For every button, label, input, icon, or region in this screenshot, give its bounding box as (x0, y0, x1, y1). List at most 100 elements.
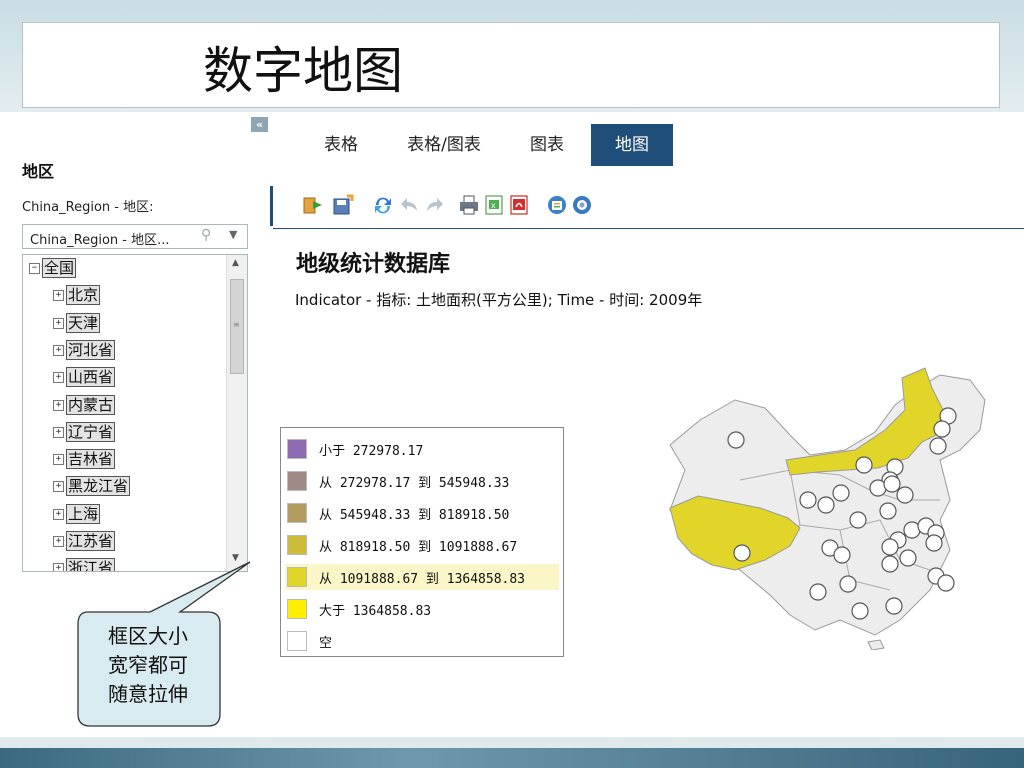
legend-label: 从 1091888.67 到 1364858.83 (319, 572, 526, 587)
redo-icon[interactable] (424, 194, 446, 216)
city-marker (851, 602, 869, 620)
city-marker (832, 484, 850, 502)
collapse-toggle-icon[interactable]: − (29, 263, 40, 274)
tree-item-label[interactable]: 辽宁省 (66, 421, 116, 442)
legend-item: 从 1091888.67 到 1364858.83 (285, 564, 559, 590)
settings-icon[interactable] (571, 194, 593, 216)
tree-item-label[interactable]: 北京 (66, 285, 101, 306)
tree-item-label[interactable]: 江苏省 (66, 531, 116, 551)
tree-item[interactable]: + 上海 (53, 503, 101, 527)
expand-toggle-icon[interactable]: + (53, 563, 64, 571)
legend-swatch (287, 567, 307, 587)
scroll-thumb[interactable]: ≡ (230, 279, 244, 374)
tree-item[interactable]: + 北京 (53, 284, 101, 308)
expand-toggle-icon[interactable]: + (53, 344, 64, 356)
tree-root-item[interactable]: − 全国 (29, 257, 77, 281)
city-marker (733, 544, 751, 562)
expand-toggle-icon[interactable]: + (53, 317, 64, 329)
callout-line: 宽窄都可 (108, 653, 188, 677)
callout-line: 框区大小 (108, 624, 188, 648)
expand-toggle-icon[interactable]: + (53, 290, 64, 302)
expand-toggle-icon[interactable]: + (53, 536, 64, 547)
tree-scrollbar[interactable]: ▲ ≡ ▼ (226, 255, 247, 571)
tree-item[interactable]: + 山西省 (53, 366, 116, 390)
report-title: 地级统计数据库 (296, 252, 451, 277)
tree-item-label[interactable]: 河北省 (66, 339, 116, 360)
city-marker (937, 574, 955, 592)
pdf-export-icon[interactable] (508, 194, 530, 216)
search-icon[interactable]: ⚲ (201, 227, 211, 243)
collapse-panel-button[interactable]: « (251, 117, 268, 132)
city-marker (799, 491, 817, 509)
undo-icon[interactable] (398, 194, 420, 216)
tree-item[interactable]: + 天津 (53, 312, 101, 336)
expand-toggle-icon[interactable]: + (53, 481, 64, 493)
city-marker (896, 486, 914, 504)
city-marker (885, 597, 903, 615)
expand-toggle-icon[interactable]: + (53, 426, 64, 438)
map-legend: 小于 272978.17 从 272978.17 到 545948.33 从 545… (280, 427, 564, 657)
tree-item[interactable]: + 江苏省 (53, 530, 116, 554)
city-marker (883, 475, 901, 493)
expand-toggle-icon[interactable]: + (53, 508, 64, 520)
dropdown-arrow-icon[interactable]: ▼ (229, 228, 237, 241)
legend-item: 从 818918.50 到 1091888.67 (285, 532, 559, 558)
city-marker (833, 546, 851, 564)
legend-swatch (287, 599, 307, 619)
tree-item-label[interactable]: 全国 (42, 258, 77, 278)
legend-item: 大于 1364858.83 (285, 596, 559, 622)
tree-item-label[interactable]: 山西省 (66, 367, 116, 388)
slide-bottom-band (0, 748, 1024, 768)
legend-swatch (287, 535, 307, 555)
legend-label: 大于 1364858.83 (319, 604, 432, 619)
tree-item-label[interactable]: 内蒙古 (66, 394, 116, 415)
legend-label: 空 (319, 636, 333, 651)
tree-item[interactable]: + 黑龙江省 (53, 475, 131, 499)
slide-title: 数字地图 (203, 42, 403, 100)
tree-item-label[interactable]: 天津 (66, 312, 101, 333)
tree-item-label[interactable]: 上海 (66, 503, 101, 524)
tree-item-label[interactable]: 黑龙江省 (66, 476, 131, 497)
callout-line: 随意拉伸 (108, 682, 188, 706)
city-marker (849, 511, 867, 529)
city-marker (839, 575, 857, 593)
tab-chart[interactable]: 图表 (520, 124, 574, 166)
city-marker (925, 534, 943, 552)
tree-item[interactable]: + 河北省 (53, 339, 116, 363)
city-marker (817, 496, 835, 514)
tree-item[interactable]: + 内蒙古 (53, 394, 116, 418)
expand-toggle-icon[interactable]: + (53, 454, 64, 466)
city-marker (855, 456, 873, 474)
open-folder-icon[interactable] (302, 194, 324, 216)
info-icon[interactable] (546, 194, 568, 216)
scroll-up-icon[interactable]: ▲ (232, 258, 239, 268)
city-marker (809, 583, 827, 601)
tab-table[interactable]: 表格 (314, 124, 368, 166)
city-marker (727, 431, 745, 449)
china-map (669, 367, 986, 650)
city-marker (933, 420, 951, 438)
slide-title-box: 数字地图 (22, 22, 1000, 108)
expand-toggle-icon[interactable]: + (53, 399, 64, 411)
map-island (867, 639, 885, 650)
tab-map[interactable]: 地图 (591, 124, 673, 166)
save-icon[interactable] (332, 194, 354, 216)
tree-item[interactable]: + 吉林省 (53, 448, 116, 472)
region-subtitle: China_Region - 地区: (22, 200, 154, 215)
region-select[interactable]: China_Region - 地区... ⚲ ▼ (22, 224, 248, 249)
region-tree: − 全国 + 北京 + 天津 + 河北省 + 山西省 + 内蒙古 + 辽宁省 + 吉林省 + 黑龙江省 + 上海 + 江苏… (22, 254, 248, 572)
print-icon[interactable] (458, 194, 480, 216)
tree-item-label[interactable]: 吉林省 (66, 449, 116, 470)
report-subtitle: Indicator - 指标: 土地面积(平方公里); Time - 时间: 2… (295, 291, 703, 309)
expand-toggle-icon[interactable]: + (53, 372, 64, 384)
city-marker (929, 437, 947, 455)
excel-export-icon[interactable]: x (483, 194, 505, 216)
region-select-value: China_Region - 地区... (30, 233, 170, 248)
tab-table-chart[interactable]: 表格/图表 (398, 124, 490, 166)
refresh-icon[interactable] (372, 194, 394, 216)
city-marker (899, 549, 917, 567)
legend-item: 从 545948.33 到 818918.50 (285, 500, 559, 526)
legend-item: 从 272978.17 到 545948.33 (285, 468, 559, 494)
city-marker (881, 538, 899, 556)
tree-item[interactable]: + 辽宁省 (53, 421, 116, 445)
